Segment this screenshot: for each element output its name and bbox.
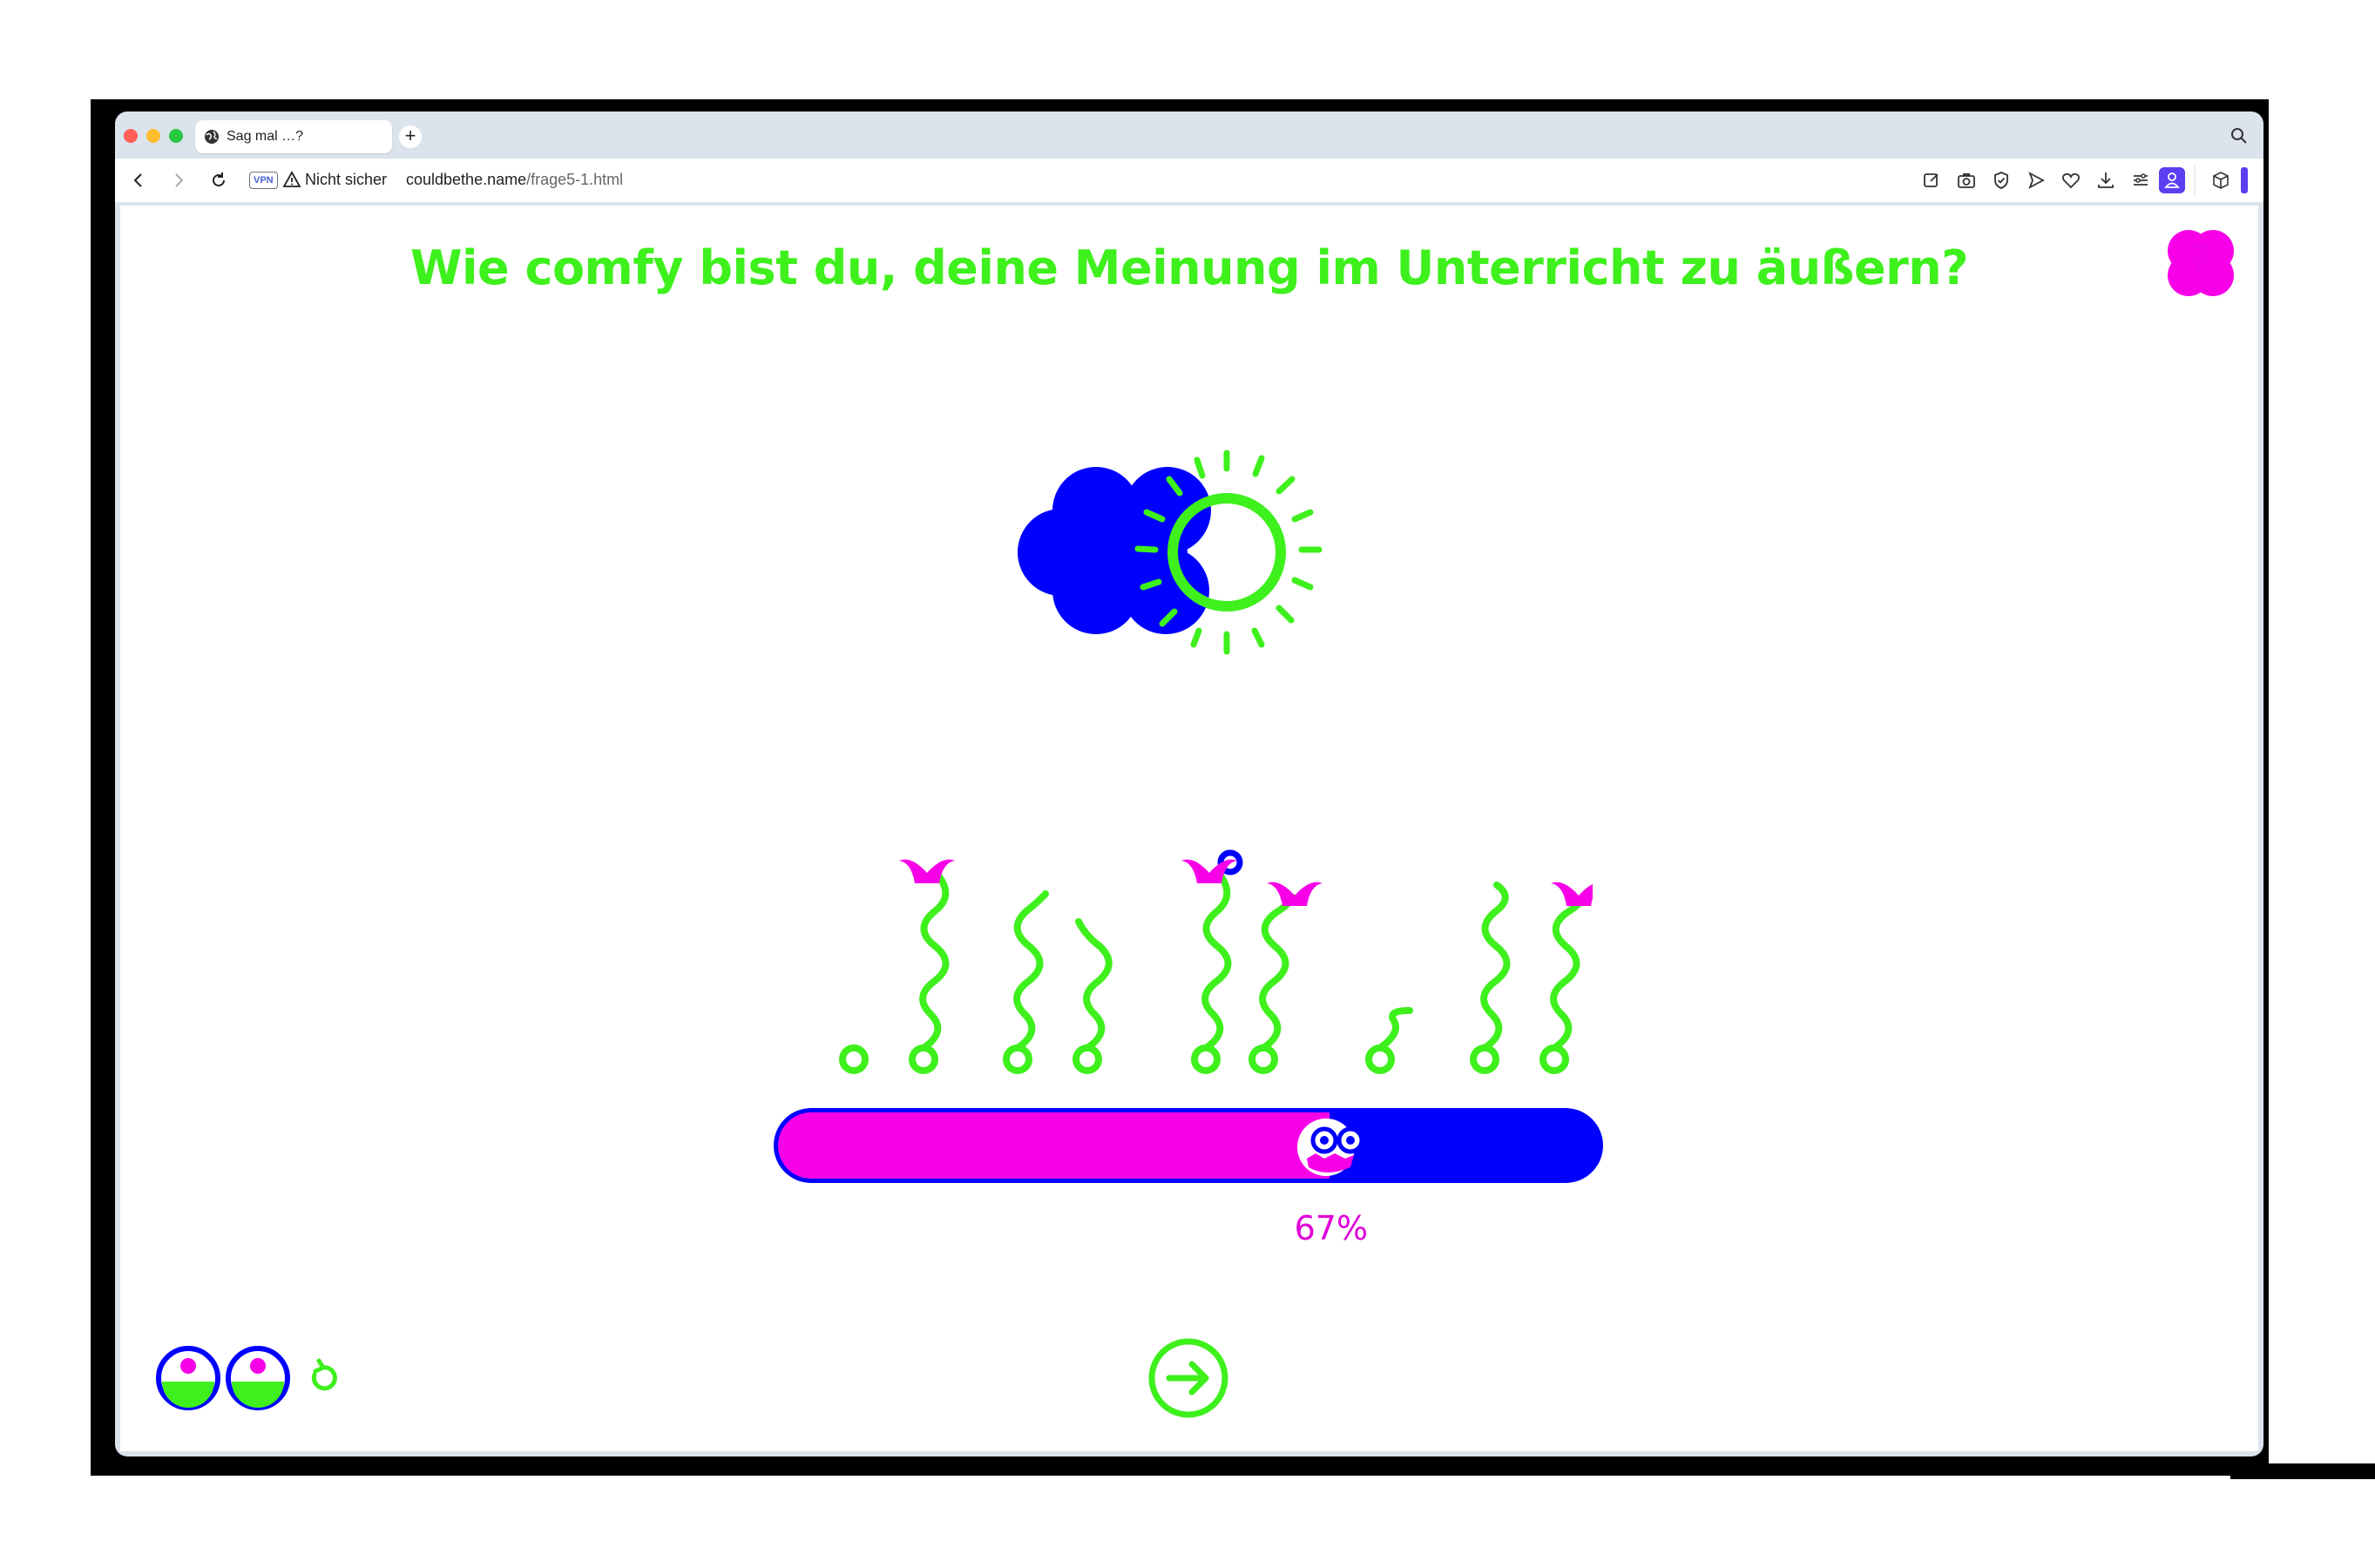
vpn-badge[interactable]: VPN — [249, 172, 278, 189]
shield-icon[interactable] — [1990, 169, 2013, 192]
edit-icon[interactable] — [1920, 169, 1943, 192]
question-title: Wie comfy bist du, deine Meinung im Unte… — [409, 240, 1969, 295]
camera-icon[interactable] — [1955, 169, 1978, 192]
restart-icon[interactable] — [311, 1358, 337, 1391]
browser-window: Sag mal …? + VPN Nicht sicher couldbethe… — [115, 112, 2263, 1456]
slider-percent-label: 67% — [1294, 1209, 1369, 1247]
comfort-slider[interactable] — [774, 1108, 1603, 1183]
help-label: ? — [2189, 235, 2213, 282]
avatar — [156, 1346, 220, 1410]
avatar — [226, 1346, 290, 1410]
url-path: /frage5-1.html — [526, 171, 624, 188]
url-host: couldbethe.name — [406, 171, 527, 188]
profile-icon[interactable] — [2159, 167, 2185, 193]
minimize-window-button[interactable] — [146, 129, 160, 143]
maximize-window-button[interactable] — [169, 129, 183, 143]
sidebar-indicator[interactable] — [2241, 167, 2248, 193]
globe-icon — [205, 130, 219, 144]
cube-icon[interactable] — [2209, 169, 2232, 192]
menu-icon[interactable] — [2129, 169, 2152, 192]
tab-strip: Sag mal …? + — [115, 112, 2263, 159]
shadow-tail — [2230, 1463, 2375, 1479]
quiz-page: Wie comfy bist du, deine Meinung im Unte… — [120, 206, 2258, 1451]
back-icon[interactable] — [127, 169, 150, 192]
warning-icon[interactable] — [282, 170, 301, 189]
new-tab-button[interactable]: + — [399, 125, 422, 148]
help-button[interactable]: ? — [2164, 226, 2237, 300]
heart-icon[interactable] — [2060, 169, 2082, 192]
weather-icon — [1018, 449, 1323, 655]
search-icon[interactable] — [2229, 125, 2250, 146]
close-window-button[interactable] — [124, 129, 138, 143]
url-field[interactable]: couldbethe.name/frage5-1.html — [406, 171, 623, 189]
tab-active[interactable]: Sag mal …? — [195, 120, 392, 153]
next-arrow-icon[interactable] — [1147, 1336, 1230, 1420]
reload-icon[interactable] — [207, 169, 230, 192]
security-label[interactable]: Nicht sicher — [305, 171, 387, 189]
toolbar-divider — [2194, 166, 2196, 195]
forward-icon[interactable] — [167, 169, 190, 192]
slider-thumb-face-icon[interactable] — [1296, 1117, 1371, 1178]
address-bar: VPN Nicht sicher couldbethe.name/frage5-… — [115, 159, 2263, 202]
send-icon[interactable] — [2025, 169, 2047, 192]
tab-title: Sag mal …? — [227, 129, 304, 144]
players-avatars — [156, 1346, 337, 1410]
slider-fill — [778, 1112, 1330, 1179]
plant-field — [839, 849, 1593, 1074]
download-icon[interactable] — [2094, 169, 2117, 192]
